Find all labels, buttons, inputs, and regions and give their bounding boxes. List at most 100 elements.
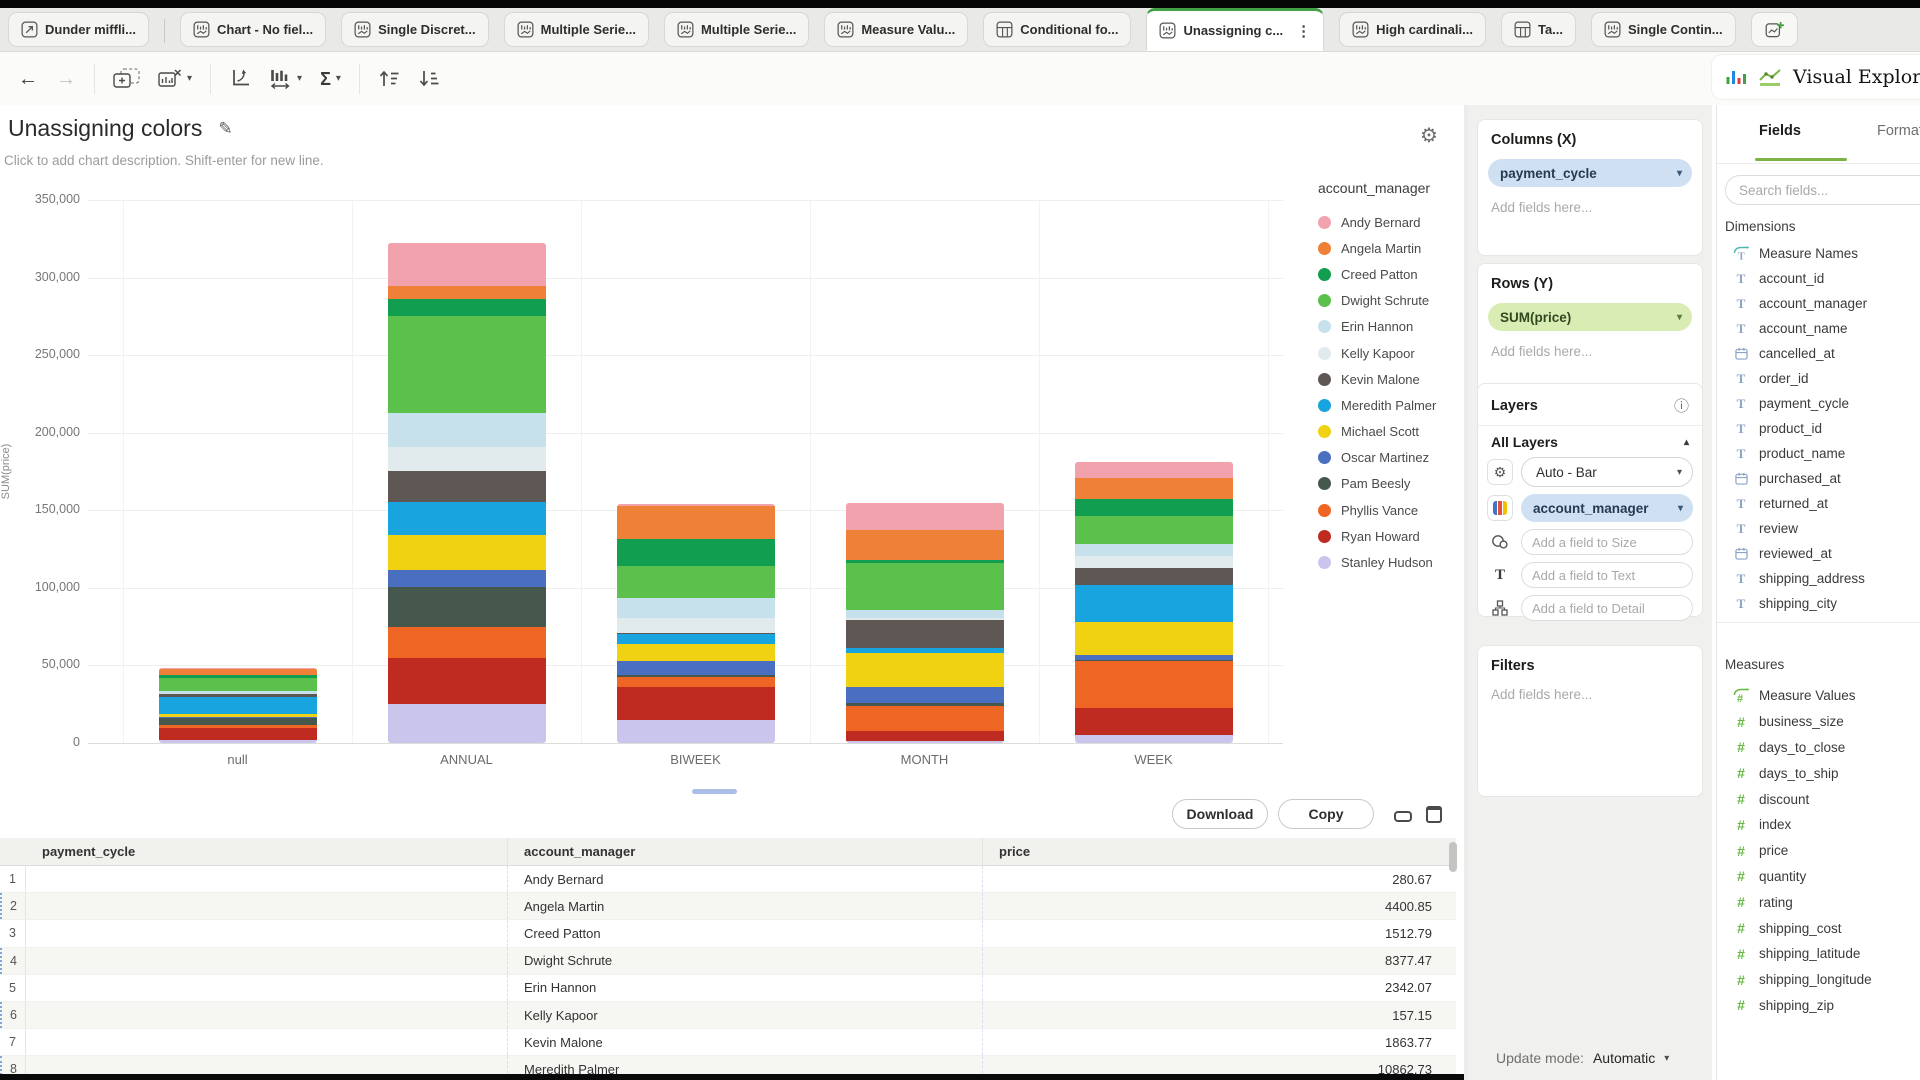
table-row[interactable]: 1Andy Bernard280.67 [0,866,1456,893]
tab-format[interactable]: Format [1877,123,1920,139]
column-header-price[interactable]: price [983,838,1448,865]
rows-field-pill[interactable]: SUM(price) ▾ [1488,303,1692,331]
column-header-payment-cycle[interactable]: payment_cycle [26,838,508,865]
dimension-item-product-id[interactable]: Tproduct_id [1717,416,1920,441]
collapse-chevron-icon[interactable]: ▴ [1684,437,1689,448]
back-arrow-button[interactable]: ← [18,69,38,89]
table-row[interactable]: 7Kevin Malone1863.77 [0,1029,1456,1056]
tab-multiple-serie[interactable]: Multiple Serie... [664,12,809,47]
bar-segment-angela-martin[interactable] [846,530,1004,560]
dimension-item-returned-at[interactable]: Treturned_at [1717,491,1920,516]
bar-segment-meredith-palmer[interactable] [1075,585,1233,622]
bar-segment-oscar-martinez[interactable] [388,570,546,587]
bar-segment-andy-bernard[interactable] [846,503,1004,530]
chevron-down-icon[interactable]: ▾ [1664,1053,1669,1064]
legend-item-stanley-hudson[interactable]: Stanley Hudson [1318,549,1464,575]
measure-item-days-to-ship[interactable]: #days_to_ship [1717,760,1920,786]
rows-drop-placeholder[interactable]: Add fields here... [1491,344,1702,359]
bar-segment-kevin-malone[interactable] [388,471,546,501]
color-field-pill[interactable]: account_manager ▾ [1521,494,1693,522]
measure-item-discount[interactable]: #discount [1717,786,1920,812]
legend-item-phyllis-vance[interactable]: Phyllis Vance [1318,497,1464,523]
bar-segment-stanley-hudson[interactable] [388,704,546,743]
tab-ta[interactable]: Ta... [1501,12,1576,47]
dimension-item-reviewed-at[interactable]: reviewed_at [1717,541,1920,566]
bar-segment-erin-hannon[interactable] [617,598,775,618]
remove-chart-button[interactable]: ▾ [158,68,192,89]
tab-menu-icon[interactable]: ⋮ [1296,22,1311,40]
dimension-item-review[interactable]: Treview [1717,516,1920,541]
legend-item-kevin-malone[interactable]: Kevin Malone [1318,366,1464,392]
swap-axes-button[interactable] [229,68,251,89]
chevron-down-icon[interactable]: ▾ [1677,168,1682,179]
tab-conditional-fo[interactable]: Conditional fo... [983,12,1131,47]
bar-segment-pam-beesly[interactable] [159,718,317,725]
tab-fields[interactable]: Fields [1759,123,1801,139]
legend-item-erin-hannon[interactable]: Erin Hannon [1318,314,1464,340]
bar-segment-erin-hannon[interactable] [846,610,1004,618]
sort-ascending-button[interactable] [378,69,400,88]
tab-measure-valu[interactable]: Measure Valu... [824,12,968,47]
bar-segment-kelly-kapoor[interactable] [617,618,775,633]
table-row[interactable]: 2Angela Martin4400.85 [0,893,1456,920]
bar-segment-stanley-hudson[interactable] [617,720,775,743]
bar-segment-oscar-martinez[interactable] [846,687,1004,703]
bar-segment-kelly-kapoor[interactable] [388,447,546,472]
table-row[interactable]: 3Creed Patton1512.79 [0,920,1456,947]
size-field-placeholder[interactable]: Add a field to Size [1521,529,1693,555]
bar-segment-kevin-malone[interactable] [1075,568,1233,585]
dimension-item-order-id[interactable]: Torder_id [1717,366,1920,391]
dimension-item-shipping-city[interactable]: Tshipping_city [1717,591,1920,616]
dimension-item-account-name[interactable]: Taccount_name [1717,316,1920,341]
bar-segment-creed-patton[interactable] [388,299,546,316]
measure-item-index[interactable]: #index [1717,812,1920,838]
table-row[interactable]: 4Dwight Schrute8377.47 [0,948,1456,975]
measure-item-days-to-close[interactable]: #days_to_close [1717,735,1920,761]
bar-segment-dwight-schrute[interactable] [846,563,1004,610]
tab-single-discret[interactable]: Single Discret... [341,12,489,47]
columns-field-pill[interactable]: payment_cycle ▾ [1488,159,1692,187]
bar-week[interactable] [1075,462,1233,743]
bar-segment-angela-martin[interactable] [388,286,546,299]
tab-multiple-serie[interactable]: Multiple Serie... [504,12,649,47]
duplicate-chart-button[interactable] [113,68,140,90]
bar-segment-kelly-kapoor[interactable] [1075,556,1233,568]
bar-segment-erin-hannon[interactable] [1075,544,1233,556]
legend-item-andy-bernard[interactable]: Andy Bernard [1318,209,1464,235]
dimension-item-purchased-at[interactable]: purchased_at [1717,466,1920,491]
tab-chart-no-fiel[interactable]: Chart - No fiel... [180,12,326,47]
bar-segment-angela-martin[interactable] [159,669,317,676]
chevron-down-icon[interactable]: ▾ [187,73,192,84]
update-mode-control[interactable]: Update mode: Automatic ▾ [1496,1050,1669,1066]
bar-segment-michael-scott[interactable] [846,653,1004,687]
bar-segment-phyllis-vance[interactable] [617,677,775,687]
chart-orientation-button[interactable]: ▾ [269,68,302,90]
bar-segment-ryan-howard[interactable] [1075,708,1233,735]
bar-segment-dwight-schrute[interactable] [1075,516,1233,544]
bar-segment-ryan-howard[interactable] [159,728,317,740]
bar-segment-creed-patton[interactable] [1075,499,1233,517]
legend-item-kelly-kapoor[interactable]: Kelly Kapoor [1318,340,1464,366]
dimension-item-account-manager[interactable]: Taccount_manager [1717,291,1920,316]
bar-segment-dwight-schrute[interactable] [159,678,317,691]
measure-item-shipping-zip[interactable]: #shipping_zip [1717,993,1920,1019]
bar-month[interactable] [846,503,1004,743]
bar-segment-kevin-malone[interactable] [846,620,1004,648]
dimension-item-measure-names[interactable]: TMeasure Names [1717,241,1920,266]
bar-biweek[interactable] [617,504,775,743]
bar-segment-ryan-howard[interactable] [846,731,1004,741]
bar-segment-dwight-schrute[interactable] [388,316,546,412]
measure-item-price[interactable]: #price [1717,838,1920,864]
bar-segment-andy-bernard[interactable] [388,243,546,286]
columns-drop-placeholder[interactable]: Add fields here... [1491,200,1702,215]
measure-item-business-size[interactable]: #business_size [1717,709,1920,735]
bar-segment-creed-patton[interactable] [617,539,775,566]
tab-single-contin[interactable]: Single Contin... [1591,12,1736,47]
maximize-table-icon[interactable] [1426,806,1442,823]
bar-segment-ryan-howard[interactable] [388,658,546,705]
dimension-item-product-name[interactable]: Tproduct_name [1717,441,1920,466]
color-encoding-icon[interactable] [1487,495,1513,521]
update-mode-value[interactable]: Automatic [1593,1050,1655,1066]
measure-item-quantity[interactable]: #quantity [1717,864,1920,890]
bar-segment-meredith-palmer[interactable] [159,697,317,714]
